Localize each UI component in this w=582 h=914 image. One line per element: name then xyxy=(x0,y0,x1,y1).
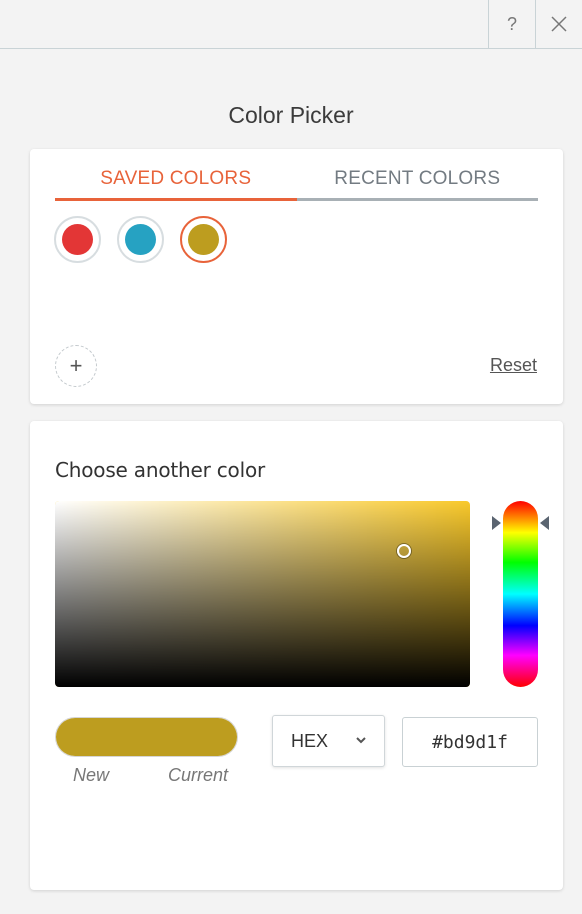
color-handle[interactable] xyxy=(397,544,411,558)
color-preview xyxy=(55,717,238,757)
hue-slider[interactable] xyxy=(503,501,538,687)
new-color-preview xyxy=(56,718,147,756)
preview-labels: New Current xyxy=(55,765,238,786)
plus-icon: + xyxy=(69,353,83,378)
saturation-value-area[interactable] xyxy=(55,501,470,687)
current-label: Current xyxy=(167,765,228,785)
choose-color-heading: Choose another color xyxy=(55,458,266,482)
color-picker-card: Choose another color New Current HEX xyxy=(30,421,563,890)
close-icon xyxy=(551,16,567,32)
swatch-gold[interactable] xyxy=(180,216,227,263)
color-format-select[interactable]: HEX xyxy=(272,715,385,767)
page-title: Color Picker xyxy=(228,102,354,128)
chevron-down-icon xyxy=(356,737,366,744)
reset-link[interactable]: Reset xyxy=(490,355,537,376)
swatch-red[interactable] xyxy=(54,216,101,263)
help-button[interactable]: ? xyxy=(488,0,535,48)
value-gradient xyxy=(55,501,470,687)
saved-swatches xyxy=(54,216,227,263)
hue-slider-arrow-right[interactable] xyxy=(540,516,549,530)
hue-slider-arrow-left[interactable] xyxy=(492,516,501,530)
active-tab-indicator xyxy=(55,198,297,201)
swatch-color xyxy=(188,224,219,255)
format-value: HEX xyxy=(291,730,329,751)
add-color-button[interactable]: + xyxy=(55,345,97,387)
hex-input[interactable] xyxy=(402,717,538,767)
inactive-tab-indicator xyxy=(296,198,538,201)
tab-recent-colors[interactable]: RECENT COLORS xyxy=(297,163,539,201)
close-button[interactable] xyxy=(535,0,582,48)
swatch-color xyxy=(125,224,156,255)
new-label: New xyxy=(73,765,110,785)
help-icon: ? xyxy=(506,13,517,34)
saved-colors-card: SAVED COLORS RECENT COLORS + Reset xyxy=(30,149,563,404)
swatch-blue[interactable] xyxy=(117,216,164,263)
top-bar: ? xyxy=(0,0,582,49)
color-tabs: SAVED COLORS RECENT COLORS xyxy=(55,163,538,201)
swatch-color xyxy=(62,224,93,255)
tab-saved-colors[interactable]: SAVED COLORS xyxy=(55,163,297,201)
current-color-preview[interactable] xyxy=(146,718,237,756)
